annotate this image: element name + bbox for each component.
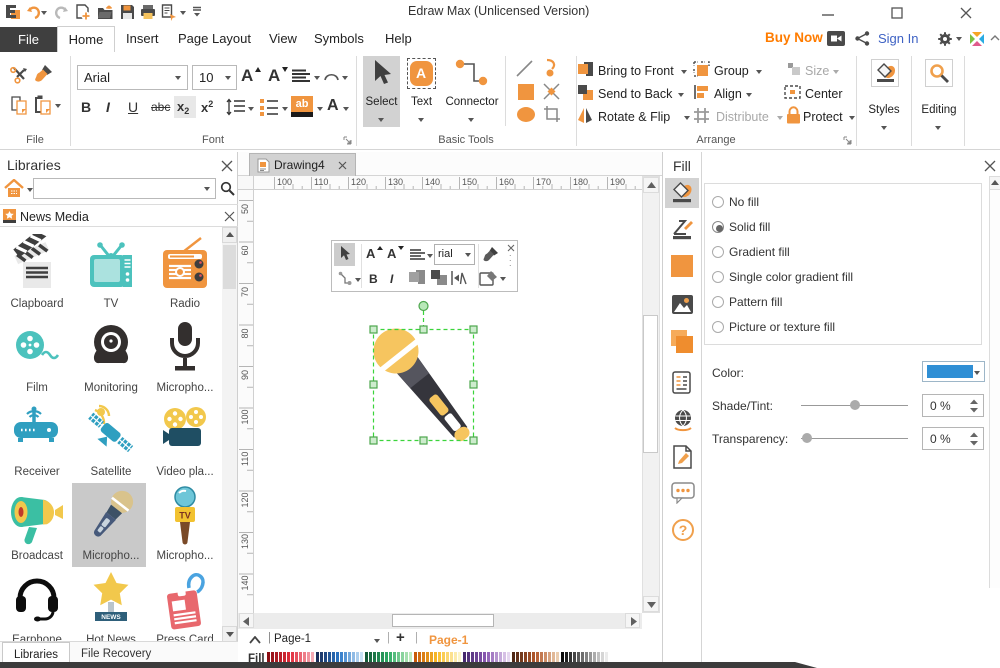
svg-text:70: 70	[240, 287, 250, 297]
svg-text:80: 80	[240, 328, 250, 338]
svg-text:120: 120	[351, 177, 366, 187]
svg-text:100: 100	[240, 409, 250, 424]
svg-text:140: 140	[425, 177, 440, 187]
svg-text:130: 130	[240, 534, 250, 549]
svg-text:90: 90	[240, 370, 250, 380]
svg-text:NEWS: NEWS	[101, 614, 121, 621]
svg-text:60: 60	[240, 245, 250, 255]
svg-text:150: 150	[462, 177, 477, 187]
svg-text:110: 110	[314, 177, 328, 187]
svg-text:140: 140	[240, 575, 250, 590]
svg-text:130: 130	[388, 177, 403, 187]
svg-text:?: ?	[679, 522, 688, 538]
svg-text:170: 170	[536, 177, 551, 187]
svg-text:TV: TV	[179, 511, 191, 521]
svg-text:160: 160	[499, 177, 514, 187]
svg-text:110: 110	[240, 452, 250, 466]
svg-text:50: 50	[240, 204, 250, 214]
svg-text:180: 180	[573, 177, 588, 187]
svg-text:120: 120	[240, 492, 250, 507]
svg-text:100: 100	[277, 177, 292, 187]
svg-text:190: 190	[610, 177, 625, 187]
